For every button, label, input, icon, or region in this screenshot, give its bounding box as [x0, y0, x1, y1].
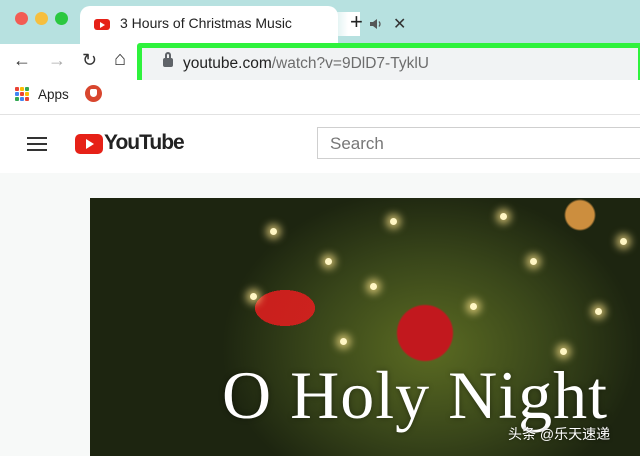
menu-icon[interactable]: [27, 137, 47, 151]
bookmark-favicon-icon[interactable]: [85, 85, 102, 102]
tab-strip: 3 Hours of Christmas Music ✕ +: [0, 0, 640, 44]
reload-button[interactable]: ↻: [82, 50, 97, 71]
forward-button[interactable]: →: [48, 50, 66, 71]
watermark: 头条 @乐天速递: [508, 426, 611, 442]
tab-youtube[interactable]: 3 Hours of Christmas Music ✕: [80, 6, 406, 44]
youtube-favicon-icon: [94, 19, 110, 30]
close-window-button[interactable]: [15, 12, 28, 25]
search-input[interactable]: [328, 132, 632, 156]
new-tab-button[interactable]: +: [350, 9, 363, 35]
back-button[interactable]: ←: [13, 50, 31, 71]
youtube-logo-icon[interactable]: [75, 134, 103, 154]
url-domain: youtube.com: [183, 55, 272, 72]
search-box[interactable]: [317, 127, 640, 159]
close-tab-button[interactable]: ✕: [393, 14, 406, 34]
minimize-window-button[interactable]: [35, 12, 48, 25]
home-button[interactable]: ⌂: [114, 48, 126, 71]
bookmark-apps[interactable]: Apps: [38, 87, 69, 102]
url-text[interactable]: youtube.com/watch?v=9DlD7-TyklU: [183, 55, 429, 73]
maximize-window-button[interactable]: [55, 12, 68, 25]
browser-toolbar: ← → ↻ ⌂ youtube.com/watch?v=9DlD7-TyklU: [0, 43, 640, 86]
bookmarks-bar: Apps: [0, 80, 640, 115]
apps-grid-icon[interactable]: [15, 87, 29, 101]
video-player[interactable]: O Holy Night: [90, 198, 640, 456]
url-path: /watch?v=9DlD7-TyklU: [271, 55, 429, 72]
youtube-logo-text[interactable]: YouTube: [104, 131, 185, 155]
lock-icon: [163, 52, 173, 67]
speaker-icon[interactable]: [369, 18, 383, 33]
youtube-header: YouTube: [0, 115, 640, 173]
